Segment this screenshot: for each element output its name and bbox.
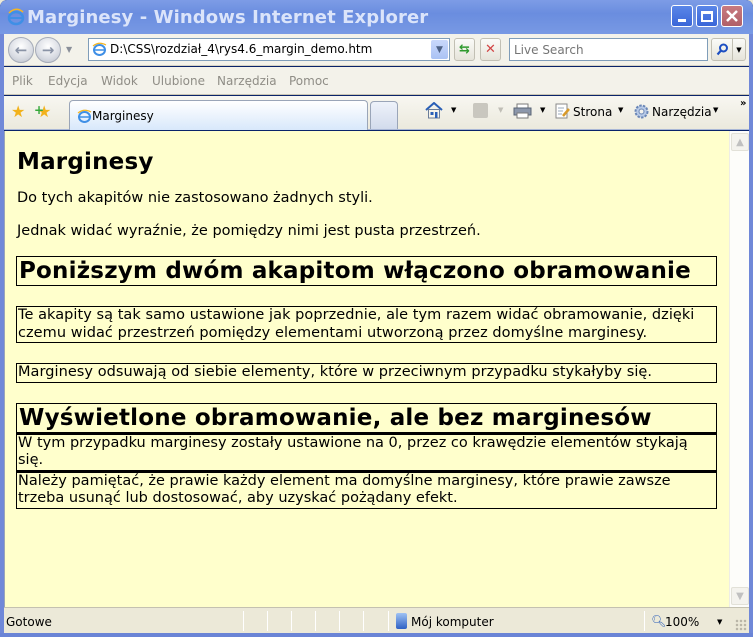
- paragraph-no-margin-1: W tym przypadku marginesy zostały ustawi…: [16, 432, 717, 471]
- status-divider: [291, 611, 292, 631]
- paragraph-unstyled-2: Jednak widać wyraźnie, że pomiędzy nimi …: [17, 223, 481, 239]
- tools-dropdown-icon[interactable]: ▼: [713, 106, 718, 114]
- paragraph-unstyled-1: Do tych akapitów nie zastosowano żadnych…: [17, 190, 373, 206]
- status-text: Gotowe: [6, 615, 52, 629]
- add-favorite-icon[interactable]: ★ +: [34, 102, 51, 121]
- print-dropdown-icon[interactable]: ▼: [540, 106, 545, 114]
- status-divider: [267, 611, 268, 631]
- title-bar[interactable]: Marginesy - Windows Internet Explorer: [0, 0, 753, 34]
- menu-tools[interactable]: Narzędzia: [217, 74, 277, 88]
- menu-favorites[interactable]: Ulubione: [152, 74, 205, 88]
- toolbar-overflow-button[interactable]: »: [740, 98, 746, 109]
- page-dropdown-icon[interactable]: ▼: [618, 106, 623, 114]
- menu-bar: Plik Edycja Widok Ulubione Narzędzia Pom…: [4, 67, 749, 95]
- page-content: Marginesy Do tych akapitów nie zastosowa…: [4, 131, 729, 607]
- status-divider: [339, 611, 340, 631]
- feeds-dropdown-icon[interactable]: ▼: [498, 106, 503, 114]
- window-frame-bottom: [0, 633, 753, 637]
- close-icon: [726, 10, 738, 22]
- menu-help[interactable]: Pomoc: [289, 74, 329, 88]
- stop-icon: ✕: [485, 42, 496, 57]
- scroll-down-button[interactable]: ▼: [731, 587, 749, 605]
- heading-bordered: Poniższym dwóm akapitom włączono obramow…: [16, 256, 717, 286]
- search-icon: [716, 43, 728, 56]
- status-divider: [243, 611, 244, 631]
- url-text[interactable]: D:\CSS\rozdział_4\rys4.6_margin_demo.htm: [110, 42, 372, 56]
- address-bar: ← → ▼ D:\CSS\rozdział_4\rys4.6_margin_de…: [4, 34, 749, 66]
- gear-icon: [634, 104, 649, 119]
- vertical-scrollbar[interactable]: ▲ ▼: [729, 131, 749, 607]
- zoom-level[interactable]: 100%: [665, 615, 699, 629]
- print-icon[interactable]: [513, 103, 532, 119]
- tab-ie-icon: [77, 109, 92, 123]
- home-icon[interactable]: [425, 102, 443, 119]
- chevron-down-icon: ▼: [436, 44, 443, 55]
- chevron-down-icon: ▼: [736, 590, 744, 602]
- heading-no-margin: Wyświetlone obramowanie, ale bez margine…: [16, 402, 717, 433]
- back-button[interactable]: ←: [8, 37, 34, 63]
- menu-view[interactable]: Widok: [101, 74, 138, 88]
- status-divider: [388, 611, 389, 631]
- menu-edit[interactable]: Edycja: [48, 74, 88, 88]
- document-body: Marginesy Do tych akapitów nie zastosowa…: [5, 131, 729, 517]
- favorites-center-icon[interactable]: ★: [11, 102, 25, 121]
- menu-file[interactable]: Plik: [12, 74, 33, 88]
- tools-menu-button[interactable]: Narzędzia: [652, 105, 712, 119]
- status-divider: [363, 611, 364, 631]
- minimize-icon: [678, 19, 686, 22]
- security-zone[interactable]: Mój komputer: [411, 615, 494, 629]
- home-dropdown-icon[interactable]: ▼: [451, 106, 456, 114]
- url-dropdown-button[interactable]: ▼: [431, 40, 448, 59]
- minimize-button[interactable]: [671, 5, 693, 27]
- page-icon: [555, 103, 570, 119]
- tab-label: Marginesy: [92, 109, 154, 123]
- paragraph-bordered-1: Te akapity są tak samo ustawione jak pop…: [16, 306, 717, 343]
- status-divider: [644, 611, 645, 631]
- feeds-icon[interactable]: [473, 103, 488, 118]
- maximize-button[interactable]: [696, 5, 718, 27]
- url-field[interactable]: D:\CSS\rozdział_4\rys4.6_margin_demo.htm…: [88, 38, 450, 61]
- paragraph-no-margin-2: Należy pamiętać, że prawie każdy element…: [16, 470, 717, 509]
- back-arrow-icon: ←: [14, 41, 28, 59]
- maximize-icon: [701, 10, 713, 22]
- refresh-button[interactable]: ⇆: [454, 38, 475, 61]
- resize-grip[interactable]: [735, 619, 747, 631]
- window-frame-right: [749, 34, 753, 637]
- recent-pages-dropdown-icon[interactable]: ▼: [66, 45, 72, 54]
- refresh-icon: ⇆: [459, 42, 470, 57]
- search-options-button[interactable]: ▼: [733, 38, 746, 61]
- browser-window: Marginesy - Windows Internet Explorer ← …: [0, 0, 753, 637]
- window-title: Marginesy - Windows Internet Explorer: [27, 7, 429, 28]
- zoom-icon[interactable]: 🔍︎: [651, 614, 666, 628]
- zoom-dropdown-icon[interactable]: ▼: [717, 618, 722, 626]
- paragraph-bordered-2: Marginesy odsuwają od siebie elementy, k…: [16, 363, 717, 383]
- stop-button[interactable]: ✕: [480, 38, 501, 61]
- forward-arrow-icon: →: [41, 41, 55, 59]
- scroll-up-button[interactable]: ▲: [731, 133, 749, 151]
- page-ie-icon: [92, 42, 107, 56]
- search-field[interactable]: [509, 38, 708, 61]
- status-bar: Gotowe Mój komputer 🔍︎ 100% ▼: [4, 607, 749, 633]
- command-bar: ★ ★ + Marginesy ▼ ▼ ▼ Strona ▼ Narzędzia…: [4, 96, 749, 130]
- chevron-up-icon: ▲: [736, 136, 744, 148]
- chevron-down-icon: ▼: [736, 45, 742, 54]
- search-input[interactable]: [510, 39, 707, 61]
- computer-zone-icon: [396, 613, 407, 629]
- new-tab-button[interactable]: [370, 101, 398, 129]
- close-button[interactable]: [721, 5, 743, 27]
- tab-marginesy[interactable]: Marginesy: [69, 100, 368, 130]
- forward-button[interactable]: →: [35, 37, 61, 63]
- page-menu-button[interactable]: Strona: [573, 105, 612, 119]
- page-heading: Marginesy: [17, 149, 154, 175]
- search-button[interactable]: [711, 38, 733, 61]
- status-divider: [315, 611, 316, 631]
- ie-logo-icon: [7, 8, 25, 26]
